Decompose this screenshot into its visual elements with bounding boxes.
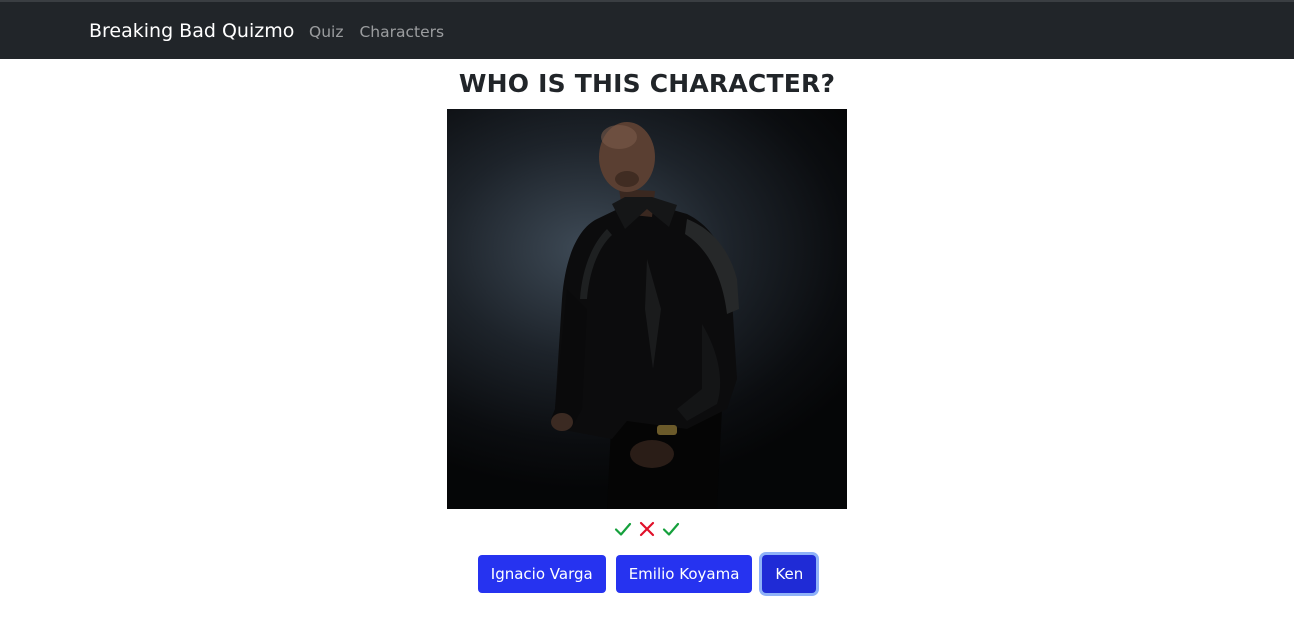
answer-history [0, 520, 1294, 538]
navbar: Breaking Bad Quizmo Quiz Characters [0, 2, 1294, 59]
check-icon [662, 522, 680, 536]
answer-button-ken[interactable]: Ken [762, 555, 817, 593]
nav-link-quiz[interactable]: Quiz [309, 22, 343, 42]
nav-link-characters[interactable]: Characters [359, 22, 444, 42]
answer-button-ignacio-varga[interactable]: Ignacio Varga [477, 555, 606, 593]
character-portrait [447, 109, 847, 509]
cross-icon [639, 521, 655, 537]
nav-links: Quiz Characters [309, 22, 444, 42]
check-icon [614, 522, 632, 536]
navbar-brand[interactable]: Breaking Bad Quizmo [89, 19, 294, 43]
answer-options: Ignacio Varga Emilio Koyama Ken [0, 555, 1294, 593]
quiz-title: WHO IS THIS CHARACTER? [458, 69, 836, 98]
character-silhouette-illustration [551, 122, 739, 509]
answer-button-emilio-koyama[interactable]: Emilio Koyama [615, 555, 753, 593]
